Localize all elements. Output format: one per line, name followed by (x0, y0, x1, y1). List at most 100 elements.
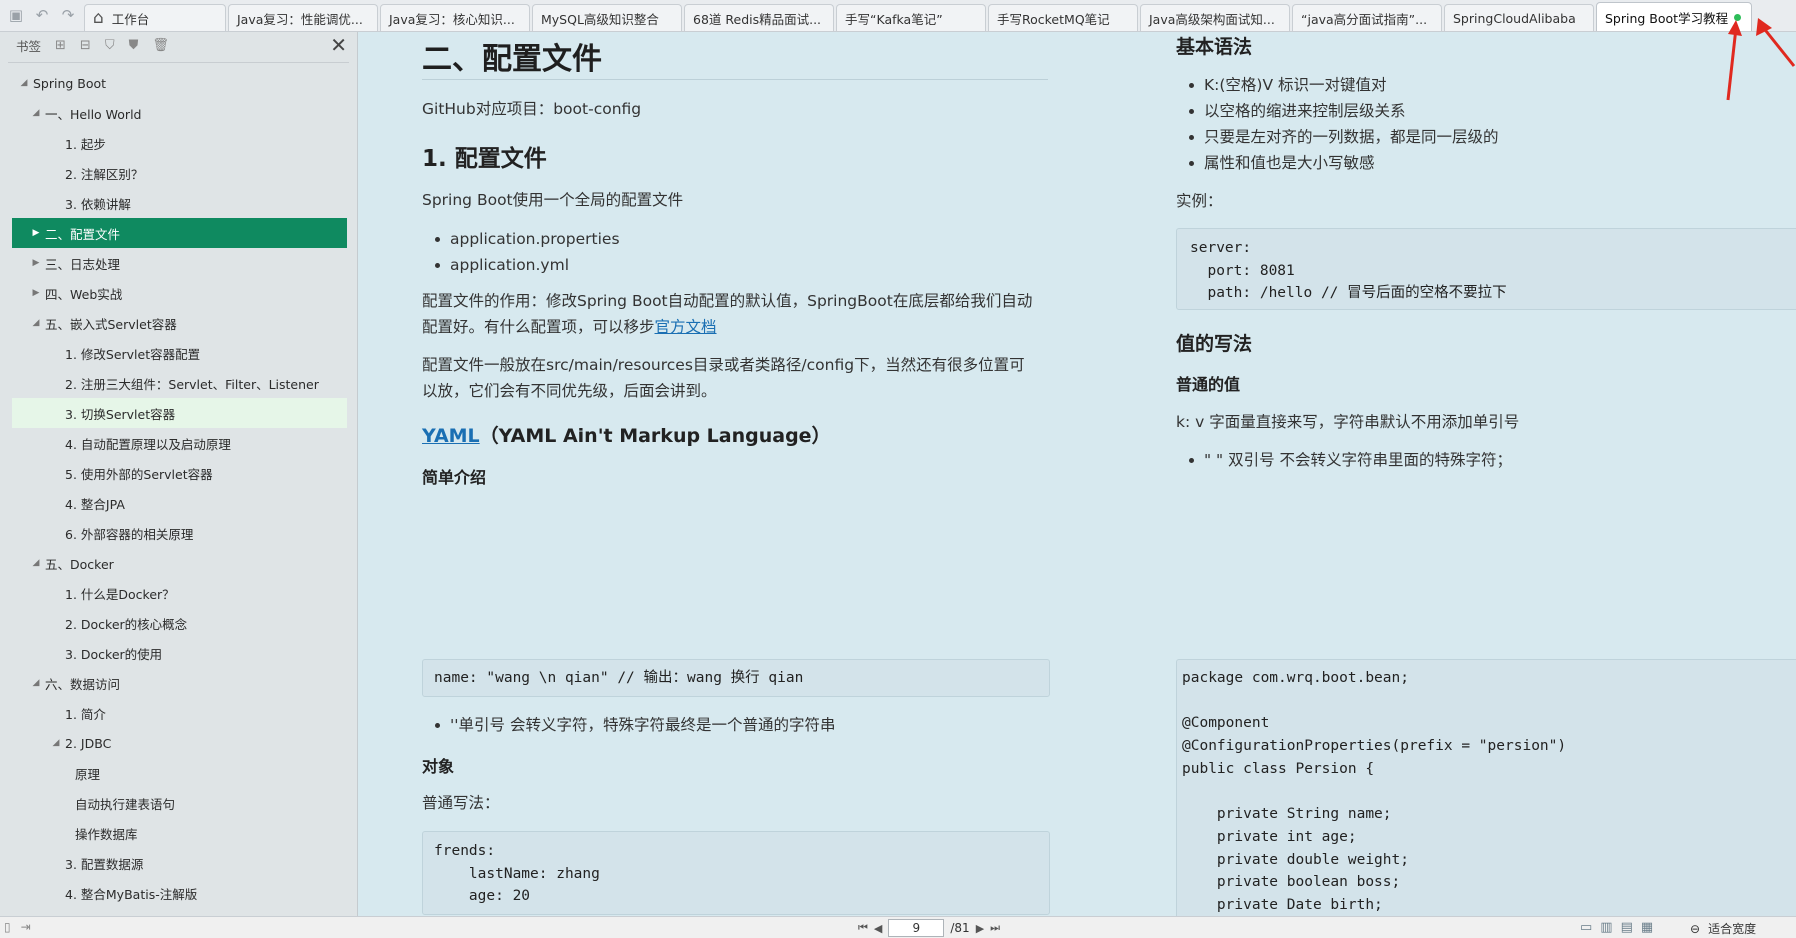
book-mode-icon[interactable]: ▦ (1641, 920, 1653, 935)
exit-icon[interactable]: ⇥ (21, 920, 31, 934)
bookmark-label: 2. 注解区别？ (65, 166, 144, 182)
tab-9[interactable]: SpringCloudAlibaba (1444, 4, 1594, 31)
bookmark-item[interactable]: 4. 整合MyBatis-注解版 (12, 878, 347, 908)
bookmark-item[interactable]: ◢ 五、嵌入式Servlet容器 (12, 308, 347, 338)
tab-2[interactable]: Java复习：核心知识... (380, 4, 530, 31)
bookmark-item[interactable]: 1. 简介 (12, 698, 347, 728)
next-page-icon[interactable]: ▶ (976, 922, 984, 935)
bookmark-label: 操作数据库 (75, 826, 138, 842)
bookmark-item[interactable]: ◢ 五、Docker (12, 548, 347, 578)
redo-icon[interactable]: ↷ (58, 5, 78, 25)
yaml-link[interactable]: YAML (422, 425, 480, 447)
bookmark-item[interactable]: 2. 注册三大组件：Servlet、Filter、Listener (12, 368, 347, 398)
official-docs-link[interactable]: 官方文档 (655, 318, 717, 336)
two-page-icon[interactable]: ▥ (1600, 920, 1612, 935)
bookmark-label: 4. 整合JPA (65, 496, 125, 512)
tab-1[interactable]: Java复习：性能调优... (228, 4, 378, 31)
zoom-out-icon[interactable]: ⊖ (1690, 922, 1700, 936)
collapse-arrow-icon[interactable]: ◢ (30, 108, 42, 118)
collapse-arrow-icon[interactable]: ◢ (50, 738, 62, 748)
annotation-arrowhead-left (1728, 20, 1742, 36)
sidebar-title: 书签 (16, 38, 42, 54)
tab-label: 手写RocketMQ笔记 (997, 11, 1110, 27)
bookmark-label: 一、Hello World (45, 106, 142, 122)
bookmark-label: 1. 修改Servlet容器配置 (65, 346, 201, 362)
tab-4[interactable]: 68道 Redis精品面试... (684, 4, 834, 31)
sidebar-toggle-icon[interactable]: ▯ (4, 920, 11, 934)
bookmark-edit-icon[interactable]: ⛊ (129, 38, 139, 53)
expand-arrow-icon[interactable]: ▶ (30, 228, 42, 238)
single-page-icon[interactable]: ▭ (1580, 920, 1592, 935)
bookmark-item[interactable]: ◢ 六、数据访问 (12, 668, 347, 698)
bookmark-item[interactable]: 1. 起步 (12, 128, 347, 158)
bookmark-item[interactable]: 3. 依赖讲解 (12, 188, 347, 218)
normal-value-heading: 普通的值 (1176, 375, 1241, 394)
bookmark-label: 五、Docker (45, 556, 114, 572)
collapse-arrow-icon[interactable]: ◢ (30, 558, 42, 568)
tab-6[interactable]: 手写RocketMQ笔记 (988, 4, 1138, 31)
bookmark-item[interactable]: 1. 什么是Docker？ (12, 578, 347, 608)
save-icon[interactable]: ▣ (6, 5, 26, 25)
first-page-icon[interactable]: ⏮ (858, 921, 868, 935)
annotation-arrow-right (1760, 25, 1796, 67)
expand-arrow-icon[interactable]: ▶ (30, 288, 42, 298)
bookmark-item[interactable]: 4. 自动配置原理以及启动原理 (12, 428, 347, 458)
close-icon[interactable]: ✕ (330, 33, 347, 57)
purpose-line-1: 配置文件的作用：修改Spring Boot自动配置的默认值，SpringBoot… (422, 292, 1033, 310)
expand-arrow-icon[interactable]: ▶ (30, 258, 42, 268)
bookmark-item[interactable]: 1. 修改Servlet容器配置 (12, 338, 347, 368)
github-project-text: GitHub对应项目：boot-config (422, 100, 642, 118)
expand-all-icon[interactable]: ⊞ (55, 38, 66, 53)
sidebar-toolbar: 书签 ⊞ ⊟ ⛉ ⛊ 🗑 ✕ (0, 32, 357, 58)
bookmark-item[interactable]: ▶ 二、配置文件 (12, 218, 347, 248)
bookmark-item[interactable]: 2. 注解区别？ (12, 158, 347, 188)
bookmark-item[interactable]: 5. 使用外部的Servlet容器 (12, 458, 347, 488)
last-page-icon[interactable]: ⏭ (990, 921, 1000, 935)
bookmark-add-icon[interactable]: ⛉ (105, 38, 115, 53)
bookmark-label: 六、数据访问 (45, 676, 121, 692)
bookmark-item[interactable]: ◢ 一、Hello World (12, 98, 347, 128)
bookmark-item[interactable]: ▶ 四、Web实战 (12, 278, 347, 308)
bookmark-item[interactable]: 原理 (12, 758, 347, 788)
quick-access-toolbar: ▣ ↶ ↷ (0, 0, 84, 31)
collapse-arrow-icon[interactable]: ◢ (30, 318, 42, 328)
tab-3[interactable]: MySQL高级知识整合 (532, 4, 682, 31)
list-item: 只要是左对齐的一列数据，都是同一层级的 (1176, 124, 1499, 150)
tab-5[interactable]: 手写“Kafka笔记” (836, 4, 986, 31)
config-file-list: application.properties application.yml (422, 226, 620, 278)
bookmark-item[interactable]: 操作数据库 (12, 818, 347, 848)
bookmark-item[interactable]: ◢ Spring Boot (12, 68, 347, 98)
list-item: K:(空格)V 标识一对键值对 (1176, 72, 1499, 98)
bookmark-item[interactable]: ▶ 三、日志处理 (12, 248, 347, 278)
bookmark-item[interactable]: 6. 外部容器的相关原理 (12, 518, 347, 548)
view-mode-icons: ▭ ▥ ▤ ▦ (1580, 920, 1653, 935)
section-heading-config: 1. 配置文件 (422, 146, 547, 172)
collapse-arrow-icon[interactable]: ◢ (30, 678, 42, 688)
tab-8[interactable]: “java高分面试指南”... (1292, 4, 1442, 31)
tab-label: Java高级架构面试知... (1149, 11, 1275, 27)
zoom-label[interactable]: 适合宽度 (1708, 920, 1756, 937)
bookmark-item[interactable]: 自动执行建表语句 (12, 788, 347, 818)
bookmark-item[interactable]: 4. 整合JPA (12, 488, 347, 518)
collapse-arrow-icon[interactable]: ◢ (18, 78, 30, 88)
bookmark-label: 4. 整合MyBatis-注解版 (65, 886, 198, 902)
tab-label: 手写“Kafka笔记” (845, 11, 943, 27)
bookmark-item[interactable]: 3. Docker的使用 (12, 638, 347, 668)
document-view: 二、配置文件 GitHub对应项目：boot-config 1. 配置文件 Sp… (358, 32, 1796, 916)
tab-7[interactable]: Java高级架构面试知... (1140, 4, 1290, 31)
list-item: 以空格的缩进来控制层级关系 (1176, 98, 1499, 124)
code-block-name: name: "wang \n qian" // 输出：wang 换行 qian (422, 659, 1050, 697)
tab-label: SpringCloudAlibaba (1453, 10, 1576, 26)
page-number-input[interactable]: 9 (888, 919, 945, 937)
continuous-icon[interactable]: ▤ (1621, 920, 1633, 935)
bookmark-item[interactable]: 3. 配置数据源 (12, 848, 347, 878)
home-icon: ⌂ (93, 8, 104, 28)
tab-0[interactable]: ⌂ 工作台 (84, 4, 226, 31)
bookmark-item[interactable]: ◢ 2. JDBC (12, 728, 347, 758)
bookmark-item[interactable]: 2. Docker的核心概念 (12, 608, 347, 638)
collapse-all-icon[interactable]: ⊟ (80, 38, 91, 53)
bookmark-item[interactable]: 3. 切换Servlet容器 (12, 398, 347, 428)
prev-page-icon[interactable]: ◀ (874, 922, 882, 935)
undo-icon[interactable]: ↶ (32, 5, 52, 25)
trash-icon[interactable]: 🗑 (152, 38, 169, 53)
